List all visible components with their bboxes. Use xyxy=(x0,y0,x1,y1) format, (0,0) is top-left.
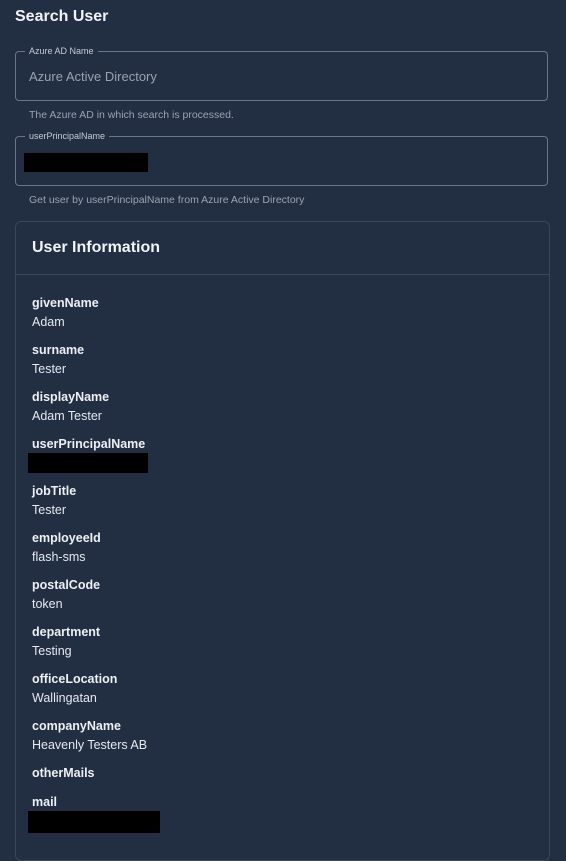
user-information-card: User Information givenName Adam surname … xyxy=(15,221,550,861)
azure-ad-name-field[interactable]: Azure AD Name Azure Active Directory xyxy=(15,45,548,101)
info-value: Heavenly Testers AB xyxy=(32,738,148,752)
info-value-redacted xyxy=(28,453,148,473)
info-item-department: department Testing xyxy=(32,623,147,670)
azure-ad-name-value[interactable]: Azure Active Directory xyxy=(29,69,157,84)
info-value: Adam Tester xyxy=(32,409,102,423)
info-value: Wallingatan xyxy=(32,691,97,705)
info-label: officeLocation xyxy=(32,672,118,686)
user-principal-name-label: userPrincipalName xyxy=(25,130,110,142)
info-label: jobTitle xyxy=(32,484,77,498)
info-value-redacted xyxy=(28,811,160,833)
info-value: token xyxy=(32,597,63,611)
page-title: Search User xyxy=(15,8,109,25)
info-item-office-location: officeLocation Wallingatan xyxy=(32,670,147,717)
info-value: flash-sms xyxy=(32,550,86,564)
info-label: userPrincipalName xyxy=(32,437,146,451)
info-label: department xyxy=(32,625,101,639)
info-value: Testing xyxy=(32,644,72,658)
info-label: mail xyxy=(32,795,58,809)
info-item-employee-id: employeeId flash-sms xyxy=(32,529,147,576)
info-label: employeeId xyxy=(32,531,101,545)
azure-ad-name-helper: The Azure AD in which search is processe… xyxy=(29,109,234,121)
info-label: otherMails xyxy=(32,766,95,780)
info-label: surname xyxy=(32,343,85,357)
azure-ad-name-label: Azure AD Name xyxy=(25,45,98,57)
info-value: Adam xyxy=(32,315,65,329)
info-item-given-name: givenName Adam xyxy=(32,294,147,341)
info-label: postalCode xyxy=(32,578,101,592)
user-principal-name-value-redacted[interactable] xyxy=(24,153,148,172)
user-principal-name-helper: Get user by userPrincipalName from Azure… xyxy=(29,194,305,206)
info-item-company-name: companyName Heavenly Testers AB xyxy=(32,717,147,764)
info-label: displayName xyxy=(32,390,110,404)
info-item-postal-code: postalCode token xyxy=(32,576,147,623)
info-label: givenName xyxy=(32,296,99,310)
card-title: User Information xyxy=(32,239,161,256)
info-item-user-principal-name: userPrincipalName xyxy=(28,435,148,482)
info-value: Tester xyxy=(32,503,67,517)
info-value: Tester xyxy=(32,362,67,376)
info-item-job-title: jobTitle Tester xyxy=(32,482,147,529)
user-info-list: givenName Adam surname Tester displayNam… xyxy=(28,294,160,840)
info-item-surname: surname Tester xyxy=(32,341,147,388)
info-item-other-mails: otherMails xyxy=(32,764,147,793)
info-label: companyName xyxy=(32,719,121,733)
info-item-mail: mail xyxy=(28,793,160,840)
info-item-display-name: displayName Adam Tester xyxy=(32,388,147,435)
user-principal-name-field[interactable]: userPrincipalName xyxy=(15,130,548,186)
card-header: User Information xyxy=(16,222,549,275)
